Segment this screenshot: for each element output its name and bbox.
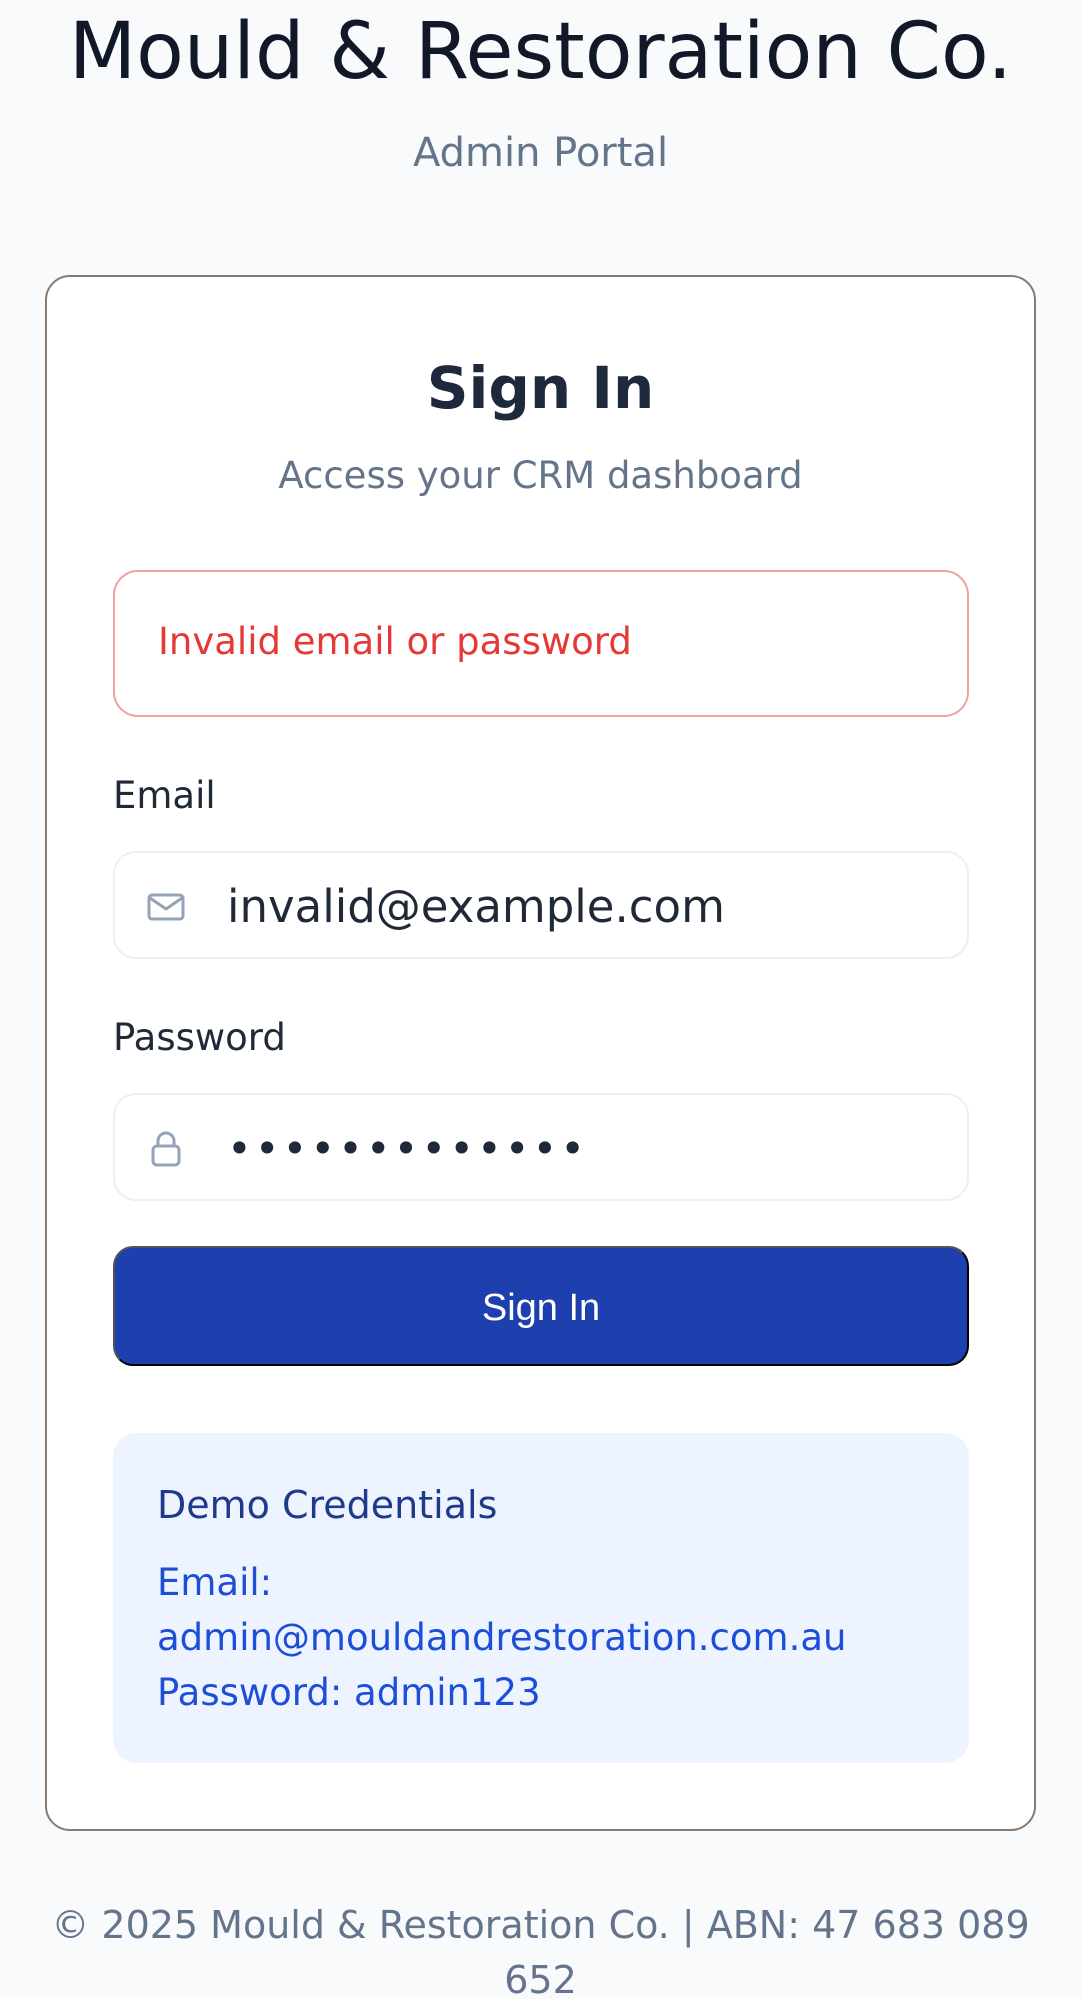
portal-subtitle: Admin Portal [412, 130, 669, 176]
password-input-value[interactable]: ••••••••••••• [227, 1117, 588, 1181]
password-field[interactable]: ••••••••••••• [113, 1093, 969, 1201]
mail-icon [147, 893, 185, 921]
email-field[interactable]: invalid@example.com [113, 851, 969, 959]
email-label: Email [113, 774, 216, 817]
demo-credentials-title: Demo Credentials [157, 1483, 498, 1527]
login-page: Mould & Restoration Co. Admin Portal Sig… [0, 0, 1081, 1999]
demo-email-value: admin@mouldandrestoration.com.au [157, 1616, 847, 1659]
brand-title: Mould & Restoration Co. [68, 7, 1013, 97]
footer-abn-continuation: 652 [504, 1958, 577, 1999]
password-label: Password [113, 1016, 286, 1059]
sign-in-heading: Sign In [426, 354, 655, 422]
login-error-message: Invalid email or password [158, 620, 632, 663]
demo-credentials-panel: Demo Credentials Email: admin@mouldandre… [113, 1433, 969, 1763]
demo-password-line: Password: admin123 [157, 1671, 541, 1714]
sign-in-button[interactable]: Sign In [113, 1246, 969, 1366]
footer-copyright: © 2025 Mould & Restoration Co. | ABN: 47… [51, 1903, 1030, 1947]
sign-in-subtitle: Access your CRM dashboard [278, 454, 803, 497]
email-input-value[interactable]: invalid@example.com [227, 875, 725, 939]
demo-email-label: Email: [157, 1561, 273, 1604]
lock-icon [151, 1131, 181, 1167]
